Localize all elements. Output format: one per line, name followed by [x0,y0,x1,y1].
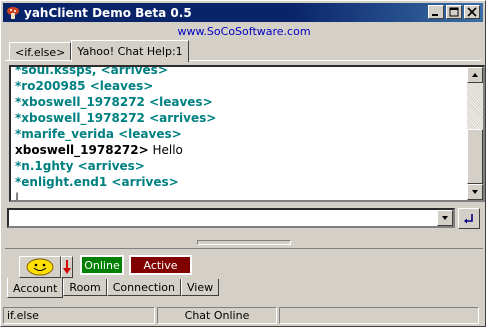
close-button[interactable] [464,5,480,19]
tab-room[interactable]: Yahoo! Chat Help:1 [71,40,189,62]
online-status-button[interactable]: Online [80,255,124,275]
tab-connection[interactable]: Connection [106,279,181,296]
message-username: xboswell_1978272> [15,143,149,157]
scroll-up-button[interactable] [467,67,483,83]
chat-line: *marife_verida <leaves> [15,127,182,141]
bottom-tabs: Account Room Connection View [7,278,220,298]
close-icon [467,7,477,17]
tab-view[interactable]: View [181,279,220,296]
room-tabs: <if.else> Yahoo! Chat Help:1 [9,39,189,62]
chat-line: *soul.kssps, <arrives> [15,65,168,77]
chevron-down-icon [442,216,448,220]
smiley-icon [26,258,54,276]
message-input[interactable] [7,208,455,228]
tab-account[interactable]: Account [7,278,64,298]
minimize-button[interactable] [428,5,444,19]
panel-splitter[interactable] [197,240,291,245]
title-bar[interactable]: yahClient Demo Beta 0.5 [3,3,483,22]
maximize-icon [449,7,459,17]
app-icon [6,6,20,20]
scroll-thumb[interactable] [467,129,483,184]
window-title: yahClient Demo Beta 0.5 [24,5,192,20]
red-arrow-down-icon [63,260,71,274]
enter-icon [464,214,473,224]
send-button[interactable] [458,208,480,229]
chat-scrollbar[interactable] [467,67,483,200]
chat-log[interactable]: *soul.kssps, <arrives> *ro200985 <leaves… [9,65,485,202]
buzz-arrow-button[interactable] [61,256,73,278]
app-window: yahClient Demo Beta 0.5 www.SoCoSoftware… [0,0,486,327]
chat-line: *xboswell_1978272 <leaves> [15,95,213,109]
minimize-icon [432,14,438,16]
chat-line: *ro200985 <leaves> [15,79,154,93]
website-link[interactable]: www.SoCoSoftware.com [1,25,486,38]
status-bar: if.else Chat Online [3,307,483,324]
history-dropdown-button[interactable] [437,210,453,226]
arrow-down-icon [472,190,478,194]
arrow-up-icon [472,73,478,77]
emoticon-button[interactable] [19,256,61,278]
status-user: if.else [3,307,155,324]
chat-line: *enlight.end1 <arrives> [15,175,179,189]
status-empty-pane [279,307,479,324]
scroll-down-button[interactable] [467,184,483,200]
chat-lines: *soul.kssps, <arrives> *ro200985 <leaves… [15,65,217,202]
message-text: Hello [148,143,183,157]
active-status-button[interactable]: Active [129,255,192,275]
chat-line: *xboswell_1978272 <arrives> [15,111,217,125]
window-controls [426,5,480,19]
chat-panel: *soul.kssps, <arrives> *ro200985 <leaves… [5,60,485,204]
chat-message: xboswell_1978272> Hello [15,142,216,158]
text-cursor: | [15,191,20,202]
chat-line: *n.1ghty <arrives> [15,159,145,173]
tab-room-settings[interactable]: Room [63,279,107,296]
maximize-button[interactable] [446,5,462,19]
tab-user[interactable]: <if.else> [9,42,72,61]
status-connection: Chat Online [157,307,277,324]
